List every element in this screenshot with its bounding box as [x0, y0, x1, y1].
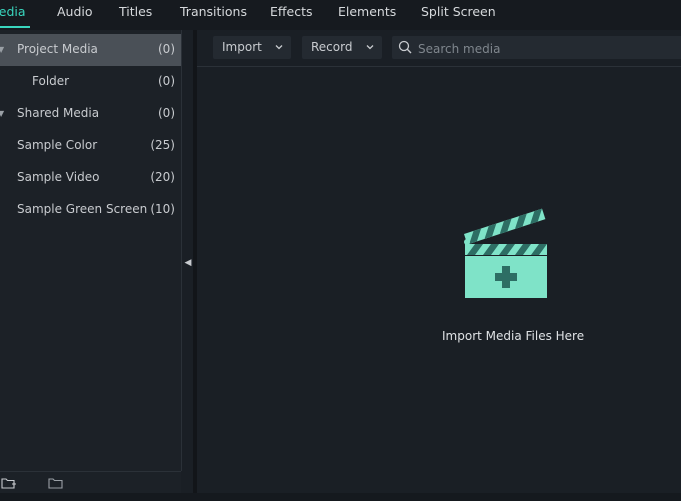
import-dropdown[interactable]: Import: [213, 36, 291, 59]
expand-caret-icon[interactable]: ▼: [0, 109, 4, 118]
search-icon: [398, 40, 412, 54]
timeline-edge: [0, 493, 681, 501]
media-panel: Import Record Search media Import Media …: [197, 30, 681, 493]
expand-caret-icon[interactable]: ▼: [0, 45, 4, 54]
sidebar-item-label: Shared Media: [17, 106, 100, 120]
sidebar-item-count: (20): [150, 170, 175, 184]
tab-effects[interactable]: Effects: [270, 4, 313, 19]
sidebar-item-sample-video[interactable]: Sample Video (20): [0, 162, 181, 194]
tab-split-screen[interactable]: Split Screen: [421, 4, 496, 19]
media-library-sidebar: ▼ Project Media (0) Folder (0) ▼ Shared …: [0, 30, 182, 471]
collapse-sidebar-button[interactable]: ◀: [183, 255, 193, 271]
top-tab-bar: Media Audio Titles Transitions Effects E…: [0, 0, 681, 30]
sidebar-item-label: Sample Color: [17, 138, 98, 152]
sidebar-item-shared-media[interactable]: ▼ Shared Media (0): [0, 98, 181, 130]
import-label: Import: [222, 40, 262, 54]
media-toolbar: Import Record: [197, 30, 681, 67]
sidebar-item-folder[interactable]: Folder (0): [0, 66, 181, 98]
search-box[interactable]: [392, 36, 681, 59]
folder-icon[interactable]: [48, 476, 64, 490]
new-folder-icon[interactable]: [1, 476, 17, 490]
record-dropdown[interactable]: Record: [302, 36, 382, 59]
chevron-down-icon: [275, 45, 283, 50]
tab-elements[interactable]: Elements: [338, 4, 396, 19]
tab-audio[interactable]: Audio: [57, 4, 93, 19]
tab-media[interactable]: Media: [0, 4, 26, 19]
sidebar-item-count: (0): [158, 106, 175, 120]
chevron-down-icon: [366, 45, 374, 50]
tab-titles[interactable]: Titles: [119, 4, 152, 19]
sidebar-item-label: Sample Video: [17, 170, 100, 184]
active-tab-indicator: [0, 26, 30, 28]
sidebar-item-sample-color[interactable]: Sample Color (25): [0, 130, 181, 162]
sidebar-bottom-toolbar: [0, 471, 181, 494]
sidebar-item-count: (0): [158, 42, 175, 56]
sidebar-item-label: Folder: [32, 74, 70, 88]
sidebar-item-count: (25): [150, 138, 175, 152]
sidebar-item-sample-green-screen[interactable]: Sample Green Screen (10): [0, 194, 181, 226]
search-input[interactable]: [416, 39, 670, 58]
import-media-hint: Import Media Files Here: [442, 329, 585, 343]
sidebar-item-count: (10): [150, 202, 175, 216]
record-label: Record: [311, 40, 353, 54]
sidebar-item-project-media[interactable]: ▼ Project Media (0): [0, 34, 181, 66]
sidebar-item-label: Sample Green Screen: [17, 202, 148, 216]
sidebar-item-label: Project Media: [17, 42, 98, 56]
sidebar-item-count: (0): [158, 74, 175, 88]
tab-transitions[interactable]: Transitions: [180, 4, 247, 19]
clapperboard-plus-icon[interactable]: [459, 204, 553, 300]
